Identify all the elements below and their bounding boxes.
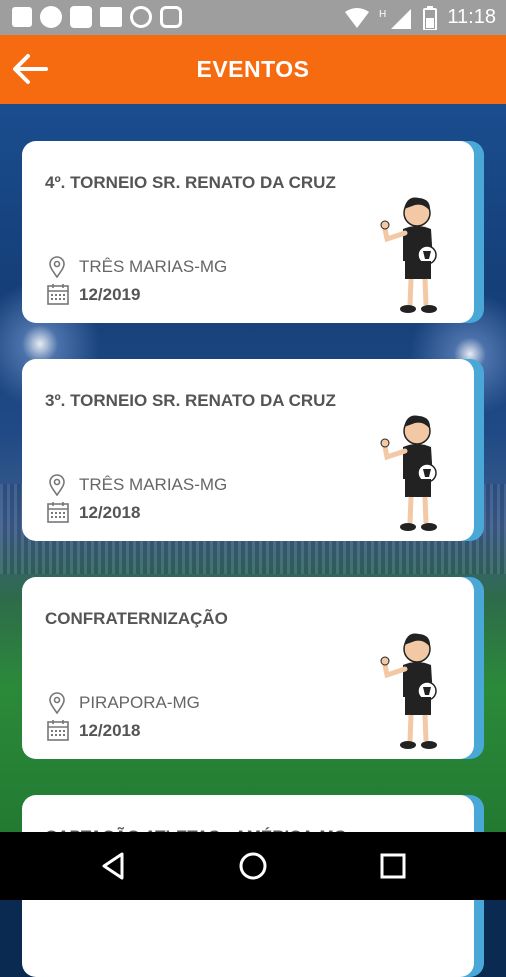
calendar-icon <box>47 502 69 523</box>
svg-text:H: H <box>379 9 386 20</box>
calendar-icon <box>47 284 69 305</box>
event-city: TRÊS MARIAS-MG <box>79 475 228 494</box>
square-icon <box>70 6 92 28</box>
instagram-icon <box>160 6 182 28</box>
mascot-icon <box>380 197 437 313</box>
wifi-icon <box>345 7 370 28</box>
circle-icon <box>40 6 62 28</box>
status-bar: H 11:18 <box>0 0 506 35</box>
mascot-icon <box>380 633 437 749</box>
square-recents-icon[interactable] <box>375 848 411 884</box>
event-city: PIRAPORA-MG <box>79 693 200 712</box>
signal-icon: H <box>379 8 412 29</box>
calendar-icon <box>47 720 69 741</box>
location-pin-icon <box>49 474 65 496</box>
app-bar: EVENTOS <box>0 35 506 104</box>
circle-home-icon[interactable] <box>235 848 271 884</box>
event-name: CONFRATERNIZAÇÃO <box>45 609 228 628</box>
clock: 11:18 <box>447 6 496 28</box>
whatsapp-icon <box>130 6 152 28</box>
event-card[interactable]: 3º. TORNEIO SR. RENATO DA CRUZ TRÊS MARI… <box>22 359 474 541</box>
event-card[interactable]: 4º. TORNEIO SR. RENATO DA CRUZ TRÊS MARI… <box>22 141 474 323</box>
notification-icon <box>12 7 32 27</box>
location-pin-icon <box>49 692 65 714</box>
event-date: 12/2019 <box>79 285 141 304</box>
location-pin-icon <box>49 256 65 278</box>
page-title: EVENTOS <box>196 56 310 82</box>
event-name: 3º. TORNEIO SR. RENATO DA CRUZ <box>45 391 336 410</box>
event-name: 4º. TORNEIO SR. RENATO DA CRUZ <box>45 173 336 192</box>
event-city: TRÊS MARIAS-MG <box>79 257 228 276</box>
event-date: 12/2018 <box>79 721 141 740</box>
event-card[interactable]: CONFRATERNIZAÇÃO PIRAPORA-MG 12/2018 <box>22 577 474 759</box>
triangle-back-icon[interactable] <box>96 848 132 884</box>
status-left-icons <box>12 6 182 28</box>
image-icon <box>100 7 122 27</box>
event-date: 12/2018 <box>79 503 141 522</box>
mascot-icon <box>380 415 437 531</box>
navigation-bar <box>0 832 506 900</box>
battery-icon <box>423 5 438 30</box>
status-right-icons: H 11:18 <box>345 0 496 35</box>
